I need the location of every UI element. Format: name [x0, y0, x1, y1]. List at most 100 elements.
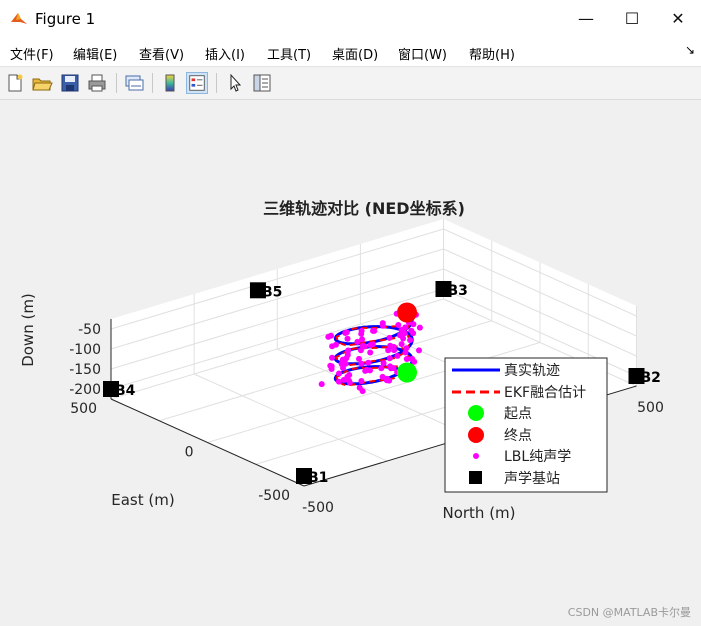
end-marker — [397, 302, 417, 323]
legend-label-ekf: EKF融合估计 — [504, 385, 586, 401]
lbl-point — [378, 365, 385, 372]
lbl-point — [386, 355, 393, 362]
save-icon[interactable] — [59, 72, 81, 94]
menu-desktop[interactable]: 桌面(D) — [332, 44, 378, 63]
lbl-point — [416, 347, 422, 354]
minimize-button[interactable]: — — [563, 0, 609, 38]
menu-help[interactable]: 帮助(H) — [469, 44, 515, 63]
lbl-point — [402, 324, 409, 331]
toolbar-separator — [152, 73, 153, 93]
lbl-point — [329, 354, 335, 361]
station-label: B2 — [641, 370, 661, 386]
station-label: B4 — [115, 383, 136, 399]
legend-label-true: 真实轨迹 — [504, 363, 560, 379]
station-label: B5 — [262, 284, 282, 300]
lbl-point — [401, 330, 408, 337]
colorbar-icon[interactable] — [159, 72, 181, 94]
legend[interactable]: 真实轨迹 EKF融合估计 起点 终点 LBL纯声学 声学基站 — [444, 357, 608, 493]
lbl-point — [386, 334, 393, 341]
lbl-point — [342, 360, 349, 367]
lbl-point — [357, 347, 364, 354]
legend-label-lbl: LBL纯声学 — [504, 449, 571, 465]
chart-title: 三维轨迹对比 (NED坐标系) — [263, 199, 465, 218]
x-axis-label: North (m) — [442, 504, 515, 522]
station-label: B3 — [448, 283, 468, 299]
lbl-point — [327, 362, 334, 369]
legend-icon[interactable] — [186, 72, 208, 94]
close-button[interactable]: ✕ — [655, 0, 701, 38]
start-marker — [397, 362, 417, 383]
x-tick-label: 500 — [637, 400, 664, 416]
lbl-point — [358, 378, 365, 384]
figure-canvas[interactable]: 三维轨迹对比 (NED坐标系) -500 500 500 0 -500 -50 -100 -1… — [0, 100, 701, 626]
z-tick-label: -200 — [69, 382, 101, 398]
menu-file[interactable]: 文件(F) — [10, 44, 54, 63]
link-plot-icon[interactable] — [123, 72, 145, 94]
lbl-point — [384, 375, 390, 382]
legend-station-swatch — [469, 471, 482, 484]
lbl-point — [346, 372, 353, 378]
legend-label-start: 起点 — [504, 406, 532, 422]
lbl-point — [336, 370, 342, 377]
lbl-point — [318, 381, 325, 388]
matlab-icon — [11, 13, 27, 24]
lbl-point — [346, 377, 352, 384]
lbl-point — [358, 360, 365, 367]
y-tick-label: 0 — [185, 445, 194, 461]
z-tick-label: -150 — [69, 362, 101, 378]
window-title: Figure 1 — [35, 10, 96, 28]
lbl-point — [380, 360, 387, 367]
legend-start-swatch — [468, 405, 484, 421]
y-tick-label: 500 — [70, 401, 97, 417]
y-axis-label: East (m) — [111, 491, 174, 509]
lbl-point — [333, 341, 339, 348]
legend-label-end: 终点 — [504, 428, 532, 444]
y-tick-label: -500 — [258, 488, 290, 504]
menu-insert[interactable]: 插入(I) — [205, 44, 245, 63]
lbl-point — [416, 324, 423, 331]
toolbar-separator — [116, 73, 117, 93]
lbl-point — [371, 327, 378, 334]
lbl-point — [358, 327, 365, 334]
lbl-point — [407, 337, 414, 344]
lbl-point — [398, 341, 405, 348]
legend-end-swatch — [468, 427, 484, 443]
menu-window[interactable]: 窗口(W) — [398, 44, 447, 63]
maximize-button[interactable]: ☐ — [609, 0, 655, 38]
menu-bar: 文件(F) 编辑(E) 查看(V) 插入(I) 工具(T) 桌面(D) 窗口(W… — [0, 38, 701, 67]
lbl-point — [367, 342, 374, 349]
station-label: B1 — [308, 470, 328, 486]
lbl-point — [367, 349, 374, 356]
lbl-point — [408, 327, 415, 334]
menu-edit[interactable]: 编辑(E) — [73, 44, 117, 63]
lbl-point — [394, 352, 401, 359]
z-tick-label: -100 — [69, 342, 101, 358]
menu-overflow-icon[interactable]: ↘ — [685, 43, 695, 57]
z-tick-label: -50 — [78, 322, 101, 338]
menu-view[interactable]: 查看(V) — [139, 44, 184, 63]
lbl-point — [391, 347, 398, 354]
toolbar-separator — [216, 73, 217, 93]
x-tick-label: -500 — [302, 500, 334, 516]
new-figure-icon[interactable] — [4, 72, 26, 94]
legend-label-station: 声学基站 — [504, 470, 560, 487]
watermark: CSDN @MATLAB卡尔曼 — [567, 606, 691, 619]
property-inspector-icon[interactable] — [251, 72, 273, 94]
lbl-point — [365, 359, 372, 366]
lbl-point — [342, 330, 349, 336]
menu-tools[interactable]: 工具(T) — [267, 44, 311, 63]
lbl-point — [359, 336, 366, 343]
lbl-point — [359, 388, 366, 395]
z-axis-label: Down (m) — [19, 293, 37, 367]
title-bar: Figure 1 — ☐ ✕ — [0, 0, 701, 38]
toolbar — [0, 67, 701, 100]
lbl-point — [344, 348, 351, 355]
print-icon[interactable] — [86, 72, 108, 94]
lbl-point — [402, 349, 409, 356]
lbl-point — [385, 347, 392, 354]
open-icon[interactable] — [31, 72, 53, 94]
lbl-point — [379, 322, 386, 329]
legend-lbl-swatch — [473, 453, 479, 459]
lbl-point — [325, 333, 332, 340]
pointer-icon[interactable] — [224, 72, 246, 94]
